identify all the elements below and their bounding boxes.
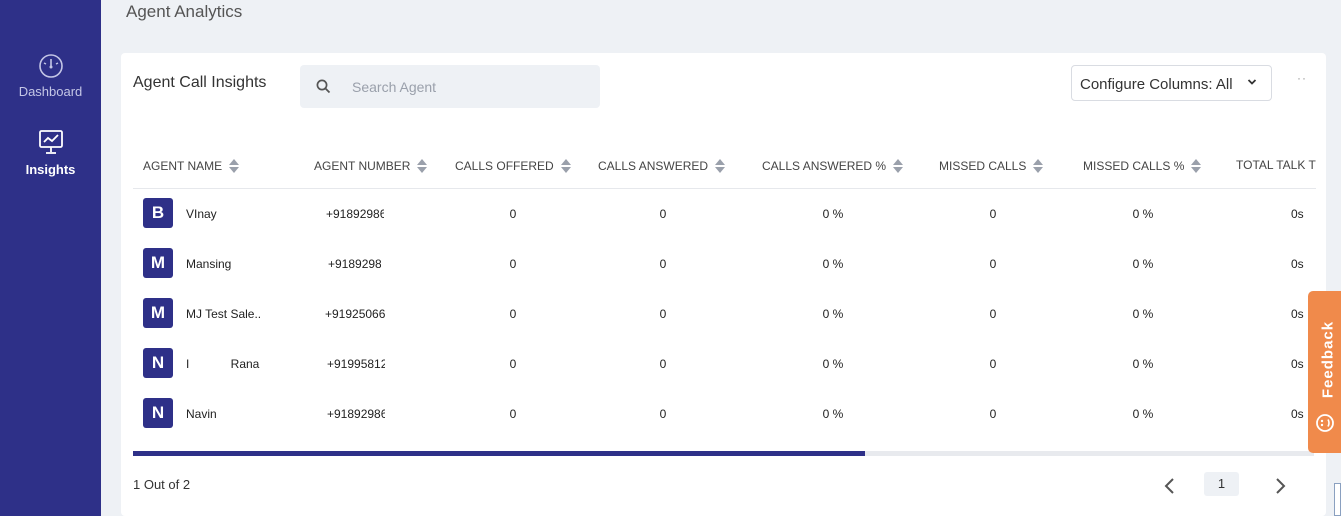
agent-number: +91995812 [327, 357, 385, 371]
speedometer-icon [38, 54, 63, 78]
next-page-icon[interactable] [1270, 476, 1290, 496]
avatar: N [143, 398, 173, 428]
table-row[interactable]: N I Rana +91995812 0 0 0 % 0 0 % 0s [133, 338, 1316, 388]
feedback-tab[interactable]: Feedback [1308, 291, 1341, 453]
chart-monitor-icon [38, 130, 63, 154]
sidebar-item-label: Dashboard [18, 84, 83, 99]
scrollbar-thumb[interactable] [133, 451, 865, 456]
page-number[interactable]: 1 [1204, 472, 1239, 496]
calls-answered: 0 [659, 207, 667, 221]
window-edge [1334, 483, 1341, 516]
table-row[interactable]: B VInay +91892986 0 0 0 % 0 0 % 0s [133, 188, 1316, 238]
horizontal-scrollbar[interactable] [133, 451, 1314, 456]
sidebar-item-insights[interactable]: Insights [0, 129, 101, 177]
calls-offered: 0 [509, 407, 517, 421]
column-header-calls-answered[interactable]: CALLS ANSWERED [598, 158, 726, 174]
missed-calls: 0 [989, 357, 997, 371]
column-header-missed-calls[interactable]: MISSED CALLS [939, 158, 1044, 174]
calls-offered: 0 [509, 307, 517, 321]
missed-calls: 0 [989, 257, 997, 271]
sort-icon[interactable] [560, 158, 571, 174]
agent-call-insights-card: Agent Call Insights Configure Columns: A… [121, 53, 1326, 516]
agent-number: +9189298 [328, 257, 381, 271]
avatar: M [143, 298, 173, 328]
missed-calls-pct: 0 % [1132, 357, 1154, 371]
missed-calls: 0 [989, 307, 997, 321]
pagination-info: 1 Out of 2 [133, 477, 191, 492]
table-header: AGENT NAME AGENT NUMBER CALLS OFFERED CA… [133, 143, 1316, 189]
agent-name: VInay [186, 207, 217, 221]
calls-answered: 0 [659, 257, 667, 271]
sidebar: Dashboard Insights [0, 0, 101, 516]
sidebar-item-dashboard[interactable]: Dashboard [0, 52, 101, 99]
previous-page-icon[interactable] [1160, 476, 1180, 496]
avatar: M [143, 248, 173, 278]
configure-columns-label: Configure Columns: All [1080, 76, 1233, 93]
column-header-calls-offered[interactable]: CALLS OFFERED [455, 158, 571, 174]
agent-name: I Rana [186, 357, 260, 371]
chevron-down-icon [1247, 79, 1257, 85]
agent-name: Mansing [186, 257, 232, 271]
agent-name: Navin [186, 407, 217, 421]
search-input[interactable] [350, 75, 584, 99]
missed-calls: 0 [989, 407, 997, 421]
agent-number: +91925066 [325, 307, 386, 321]
missed-calls-pct: 0 % [1132, 207, 1154, 221]
total-talk-time: 0s [1291, 257, 1304, 271]
sort-icon[interactable] [1033, 158, 1044, 174]
calls-offered: 0 [509, 257, 517, 271]
column-header-agent-number[interactable]: AGENT NUMBER [314, 158, 428, 174]
missed-calls-pct: 0 % [1132, 307, 1154, 321]
calls-answered-pct: 0 % [822, 257, 844, 271]
configure-columns-dropdown[interactable]: Configure Columns: All [1071, 65, 1272, 101]
smiley-icon [1316, 414, 1334, 432]
calls-answered: 0 [659, 307, 667, 321]
agent-name: MJ Test Sale.. [186, 307, 262, 321]
feedback-label: Feedback [1319, 320, 1337, 399]
column-header-calls-answered-pct[interactable]: CALLS ANSWERED % [762, 158, 904, 174]
agent-number: +91892986 [327, 407, 385, 421]
page-title: Agent Analytics [126, 2, 243, 21]
column-header-missed-calls-pct[interactable]: MISSED CALLS % [1083, 158, 1202, 174]
search-box [300, 65, 600, 108]
column-header-agent-name[interactable]: AGENT NAME [143, 158, 240, 174]
table-row[interactable]: M Mansing +9189298 0 0 0 % 0 0 % 0s [133, 238, 1316, 288]
table-row[interactable]: N Navin +91892986 0 0 0 % 0 0 % 0s [133, 388, 1316, 438]
total-talk-time: 0s [1291, 207, 1304, 221]
more-options-icon[interactable]: ·· [1297, 72, 1307, 84]
calls-answered-pct: 0 % [822, 307, 844, 321]
sidebar-item-label: Insights [25, 162, 76, 177]
calls-answered: 0 [659, 357, 667, 371]
table-row[interactable]: M MJ Test Sale.. +91925066 0 0 0 % 0 0 %… [133, 288, 1316, 338]
calls-offered: 0 [509, 357, 517, 371]
calls-answered: 0 [659, 407, 667, 421]
calls-answered-pct: 0 % [822, 207, 844, 221]
sort-icon[interactable] [1191, 158, 1202, 174]
sort-icon[interactable] [229, 158, 240, 174]
sort-icon[interactable] [893, 158, 904, 174]
missed-calls-pct: 0 % [1132, 407, 1154, 421]
avatar: B [143, 198, 173, 228]
search-icon [316, 79, 331, 94]
calls-offered: 0 [509, 207, 517, 221]
card-title: Agent Call Insights [133, 74, 267, 91]
sort-icon[interactable] [715, 158, 726, 174]
agent-number: +91892986 [326, 207, 384, 221]
calls-answered-pct: 0 % [822, 407, 844, 421]
avatar: N [143, 348, 173, 378]
missed-calls-pct: 0 % [1132, 257, 1154, 271]
missed-calls: 0 [989, 207, 997, 221]
calls-answered-pct: 0 % [822, 357, 844, 371]
sort-icon[interactable] [417, 158, 428, 174]
column-header-total-talk-time[interactable]: TOTAL TALK T [1236, 158, 1316, 172]
